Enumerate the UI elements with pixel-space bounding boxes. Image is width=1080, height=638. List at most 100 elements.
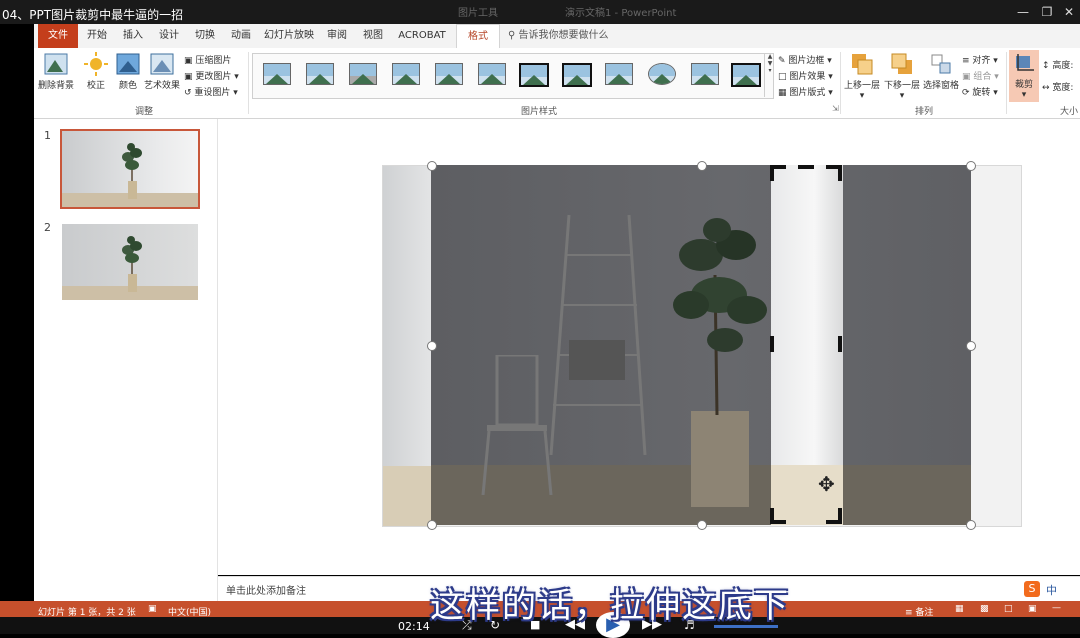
- sun-icon: [84, 52, 108, 76]
- tab-home[interactable]: 开始: [80, 24, 114, 48]
- close-icon[interactable]: ✕: [1058, 3, 1080, 21]
- picture-effects-button[interactable]: □ 图片效果 ▾: [778, 69, 833, 82]
- resize-handle[interactable]: [697, 161, 707, 171]
- style-thumb[interactable]: [562, 63, 592, 87]
- bring-forward-icon: [852, 54, 873, 75]
- artistic-effects-icon: [150, 53, 174, 75]
- style-thumb[interactable]: [435, 63, 463, 85]
- dialog-launcher-icon[interactable]: ⇲: [832, 104, 839, 113]
- change-picture-button[interactable]: ▣ 更改图片 ▾: [184, 69, 239, 82]
- height-field[interactable]: ↕ 高度:: [1042, 58, 1073, 71]
- style-thumb[interactable]: [263, 63, 291, 85]
- width-field[interactable]: ↔ 宽度:: [1042, 80, 1073, 93]
- zoom-out-icon[interactable]: —: [1052, 603, 1061, 613]
- tab-insert[interactable]: 插入: [116, 24, 150, 48]
- selection-pane-label: 选择窗格: [922, 81, 959, 91]
- artistic-effects-button[interactable]: 艺术效果: [142, 52, 182, 91]
- slideshow-icon[interactable]: ▣: [1028, 604, 1037, 614]
- bring-forward-button[interactable]: 上移一层 ▾: [842, 52, 882, 101]
- style-thumb[interactable]: [392, 63, 420, 85]
- resize-handle[interactable]: [427, 161, 437, 171]
- slide-thumbnail-2[interactable]: [62, 224, 198, 300]
- plant-icon: [122, 143, 142, 199]
- slide-thumbnail-1[interactable]: [60, 129, 200, 209]
- tab-design[interactable]: 设计: [152, 24, 186, 48]
- slide-number: 1: [44, 129, 51, 142]
- picture-being-cropped[interactable]: [431, 165, 971, 525]
- effects-icon: □: [778, 72, 787, 82]
- selection-pane-button[interactable]: 选择窗格: [922, 52, 960, 91]
- tab-view[interactable]: 视图: [356, 24, 390, 48]
- player-time: 02:14: [398, 620, 430, 633]
- picture-styles-gallery[interactable]: [252, 53, 774, 99]
- crop-handle[interactable]: [770, 508, 774, 524]
- crop-handle[interactable]: [838, 165, 842, 181]
- group-label: 组合: [973, 72, 992, 82]
- send-backward-label: 下移一层: [883, 81, 920, 91]
- style-thumb[interactable]: [349, 63, 377, 85]
- height-icon: ↕: [1042, 61, 1050, 71]
- rotate-button[interactable]: ⟳ 旋转 ▾: [962, 85, 998, 98]
- corrections-button[interactable]: 校正: [80, 52, 112, 91]
- style-thumb[interactable]: [306, 63, 334, 85]
- reset-picture-button[interactable]: ↺ 重设图片 ▾: [184, 85, 238, 98]
- maximize-icon[interactable]: ❐: [1036, 3, 1058, 21]
- reading-view-icon[interactable]: □: [1004, 604, 1013, 614]
- resize-handle[interactable]: [427, 520, 437, 530]
- tab-acrobat[interactable]: ACROBAT: [392, 24, 452, 48]
- tab-review[interactable]: 审阅: [320, 24, 354, 48]
- minimize-icon[interactable]: —: [1012, 3, 1034, 21]
- width-label: 宽度:: [1052, 83, 1074, 93]
- send-backward-icon: [891, 53, 912, 74]
- app-title: 演示文稿1 - PowerPoint: [565, 8, 677, 19]
- resize-handle[interactable]: [966, 341, 976, 351]
- color-label: 颜色: [118, 81, 137, 91]
- remove-background-label: 删除背景: [37, 81, 74, 91]
- gallery-scroll[interactable]: ▲ ▼ ▾: [764, 53, 775, 97]
- reset-icon: ↺: [184, 88, 192, 98]
- group-size-label: 大小: [1059, 107, 1078, 117]
- align-icon: ≡: [962, 56, 970, 66]
- compress-icon: ▣: [184, 56, 193, 66]
- group-button[interactable]: ▣ 组合 ▾: [962, 69, 999, 82]
- corrections-label: 校正: [86, 81, 105, 91]
- style-thumb[interactable]: [478, 63, 506, 85]
- spell-check-icon[interactable]: ▣: [148, 604, 157, 614]
- picture-border-button[interactable]: ✎ 图片边框 ▾: [778, 53, 832, 66]
- normal-view-icon[interactable]: ▦: [955, 604, 964, 614]
- send-backward-button[interactable]: 下移一层 ▾: [882, 52, 922, 101]
- bring-forward-label: 上移一层: [843, 81, 880, 91]
- slide-sorter-icon[interactable]: ▩: [980, 604, 989, 614]
- color-button[interactable]: 颜色: [114, 52, 142, 91]
- tab-file[interactable]: 文件: [38, 24, 78, 48]
- tab-animations[interactable]: 动画: [224, 24, 258, 48]
- left-black-strip: [0, 24, 34, 634]
- resize-handle[interactable]: [966, 520, 976, 530]
- crop-handle[interactable]: [770, 336, 774, 352]
- crop-button[interactable]: 裁剪 ▾: [1009, 50, 1039, 102]
- crop-handle[interactable]: [838, 336, 842, 352]
- tell-me-box[interactable]: ⚲ 告诉我你想要做什么: [508, 24, 609, 48]
- potted-plant: [673, 218, 767, 507]
- align-button[interactable]: ≡ 对齐 ▾: [962, 53, 998, 66]
- tab-slideshow[interactable]: 幻灯片放映: [260, 24, 318, 48]
- picture-layout-button[interactable]: ▦ 图片版式 ▾: [778, 85, 833, 98]
- style-thumb[interactable]: [519, 63, 549, 87]
- tab-format[interactable]: 格式: [456, 24, 500, 49]
- ribbon-tabs: 文件 开始 插入 设计 切换 动画 幻灯片放映 审阅 视图 ACROBAT 格式…: [34, 24, 1080, 49]
- resize-handle[interactable]: [697, 520, 707, 530]
- tab-transitions[interactable]: 切换: [188, 24, 222, 48]
- style-thumb[interactable]: [731, 63, 761, 87]
- style-thumb[interactable]: [648, 63, 676, 85]
- resize-handle[interactable]: [427, 341, 437, 351]
- crop-handle[interactable]: [798, 165, 814, 169]
- sogou-ime-icon[interactable]: S: [1024, 581, 1040, 597]
- crop-handle[interactable]: [770, 165, 774, 181]
- resize-handle[interactable]: [966, 161, 976, 171]
- style-thumb[interactable]: [605, 63, 633, 85]
- crop-handle[interactable]: [838, 508, 842, 524]
- remove-background-button[interactable]: 删除背景: [36, 52, 76, 91]
- style-thumb[interactable]: [691, 63, 719, 85]
- artistic-effects-label: 艺术效果: [143, 81, 180, 91]
- compress-pictures-button[interactable]: ▣ 压缩图片: [184, 53, 231, 66]
